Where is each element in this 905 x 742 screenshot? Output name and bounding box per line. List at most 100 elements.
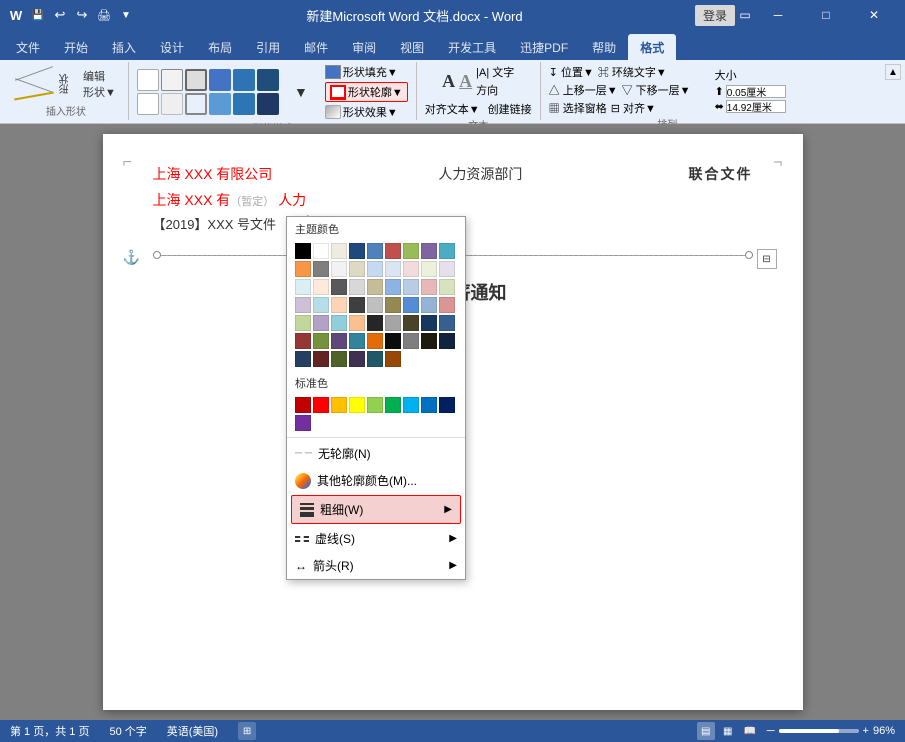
more-styles-button[interactable]: ▼ (285, 83, 317, 101)
weight-item[interactable]: 粗细(W) ▶ (291, 495, 461, 524)
theme-color-cell[interactable] (367, 297, 383, 313)
theme-color-cell[interactable] (313, 315, 329, 331)
theme-color-cell[interactable] (439, 315, 455, 331)
theme-color-cell[interactable] (331, 261, 347, 277)
maximize-button[interactable]: □ (803, 0, 849, 30)
standard-color-cell[interactable] (295, 397, 311, 413)
close-button[interactable]: ✕ (851, 0, 897, 30)
style-swatch-4[interactable] (209, 69, 231, 91)
theme-color-cell[interactable] (439, 243, 455, 259)
theme-color-cell[interactable] (367, 243, 383, 259)
theme-color-cell[interactable] (313, 297, 329, 313)
wrap-text-button[interactable]: ⌘ 环绕文字▼ (598, 64, 667, 80)
theme-color-cell[interactable] (349, 243, 365, 259)
style-swatch-2[interactable] (161, 69, 183, 91)
theme-color-cell[interactable] (331, 297, 347, 313)
more-colors-item[interactable]: 其他轮廓颜色(M)... (287, 467, 465, 494)
tab-mail[interactable]: 邮件 (292, 34, 340, 60)
theme-color-cell[interactable] (295, 297, 311, 313)
style-swatch-3[interactable] (185, 69, 207, 91)
standard-color-cell[interactable] (439, 397, 455, 413)
minimize-button[interactable]: ─ (755, 0, 801, 30)
tab-design[interactable]: 设计 (148, 34, 196, 60)
style-swatch-11[interactable] (233, 93, 255, 115)
align-button[interactable]: ⊟ 对齐▼ (611, 100, 656, 116)
theme-color-cell[interactable] (385, 333, 401, 349)
group-button[interactable]: 大小 (715, 67, 786, 83)
view-print-button[interactable]: ▤ (697, 722, 715, 740)
shape-effects-button[interactable]: 形状效果▼ (325, 104, 408, 120)
edit-shape-button[interactable]: 编辑形状▼ (79, 66, 120, 102)
theme-color-cell[interactable] (421, 261, 437, 277)
width-input[interactable] (726, 100, 786, 113)
standard-color-cell[interactable] (385, 397, 401, 413)
ribbon-collapse-button[interactable]: ▲ (885, 64, 901, 80)
login-button[interactable]: 登录 (695, 5, 735, 26)
theme-color-cell[interactable] (349, 351, 365, 367)
theme-color-cell[interactable] (313, 333, 329, 349)
tab-insert[interactable]: 插入 (100, 34, 148, 60)
height-input[interactable] (726, 85, 786, 98)
theme-color-cell[interactable] (313, 261, 329, 277)
create-link-button[interactable]: 创建链接 (488, 101, 532, 117)
theme-color-cell[interactable] (331, 315, 347, 331)
theme-color-cell[interactable] (295, 261, 311, 277)
position-button[interactable]: ↧ 位置▼ (549, 64, 594, 80)
zoom-minus-button[interactable]: ─ (767, 725, 775, 737)
layout-icon[interactable]: ⊟ (757, 249, 777, 269)
theme-color-cell[interactable] (367, 351, 383, 367)
shapes-button[interactable]: 形状 (12, 67, 75, 101)
tab-format[interactable]: 格式 (628, 34, 676, 60)
theme-color-cell[interactable] (385, 351, 401, 367)
style-swatch-8[interactable] (161, 93, 183, 115)
align-text-button[interactable]: 对齐文本▼ (425, 101, 480, 117)
customize-icon[interactable]: ▼ (118, 7, 134, 23)
standard-color-cell[interactable] (313, 397, 329, 413)
handle-right[interactable] (745, 251, 753, 259)
dashes-item[interactable]: 虚线(S) ▶ (287, 525, 465, 552)
theme-color-cell[interactable] (313, 351, 329, 367)
theme-color-cell[interactable] (367, 333, 383, 349)
theme-color-cell[interactable] (313, 279, 329, 295)
no-outline-item[interactable]: ─ ─ 无轮廓(N) (287, 440, 465, 467)
print-icon[interactable]: 🖨 (96, 7, 112, 23)
style-swatch-7[interactable] (137, 93, 159, 115)
tab-review[interactable]: 审阅 (340, 34, 388, 60)
theme-color-cell[interactable] (349, 333, 365, 349)
view-web-button[interactable]: ▦ (719, 722, 737, 740)
theme-color-cell[interactable] (331, 333, 347, 349)
theme-color-cell[interactable] (403, 315, 419, 331)
bring-forward-button[interactable]: △ 上移一层▼ (549, 82, 618, 98)
theme-color-cell[interactable] (385, 261, 401, 277)
shape-fill-button[interactable]: 形状填充▼ (325, 64, 408, 80)
theme-color-cell[interactable] (403, 297, 419, 313)
theme-color-cell[interactable] (349, 261, 365, 277)
zoom-slider[interactable] (779, 729, 859, 733)
theme-color-cell[interactable] (403, 261, 419, 277)
view-read-button[interactable]: 📖 (741, 722, 759, 740)
theme-color-cell[interactable] (403, 279, 419, 295)
zoom-plus-button[interactable]: + (863, 725, 869, 737)
tab-home[interactable]: 开始 (52, 34, 100, 60)
theme-color-cell[interactable] (331, 351, 347, 367)
ribbon-toggle-icon[interactable]: ▭ (737, 7, 753, 23)
theme-color-cell[interactable] (421, 315, 437, 331)
selection-pane-button[interactable]: ▦ 选择窗格 (549, 100, 607, 116)
style-swatch-1[interactable] (137, 69, 159, 91)
standard-color-cell[interactable] (349, 397, 365, 413)
theme-color-cell[interactable] (385, 243, 401, 259)
tab-help[interactable]: 帮助 (580, 34, 628, 60)
send-backward-button[interactable]: ▽ 下移一层▼ (622, 82, 691, 98)
theme-color-cell[interactable] (421, 243, 437, 259)
theme-color-cell[interactable] (331, 243, 347, 259)
theme-color-cell[interactable] (295, 315, 311, 331)
undo-icon[interactable]: ↩ (52, 7, 68, 23)
save-icon[interactable]: 💾 (30, 7, 46, 23)
theme-color-cell[interactable] (439, 333, 455, 349)
theme-color-cell[interactable] (385, 279, 401, 295)
tab-view[interactable]: 视图 (388, 34, 436, 60)
style-swatch-6[interactable] (257, 69, 279, 91)
tab-layout[interactable]: 布局 (196, 34, 244, 60)
theme-color-cell[interactable] (295, 351, 311, 367)
theme-color-cell[interactable] (421, 297, 437, 313)
